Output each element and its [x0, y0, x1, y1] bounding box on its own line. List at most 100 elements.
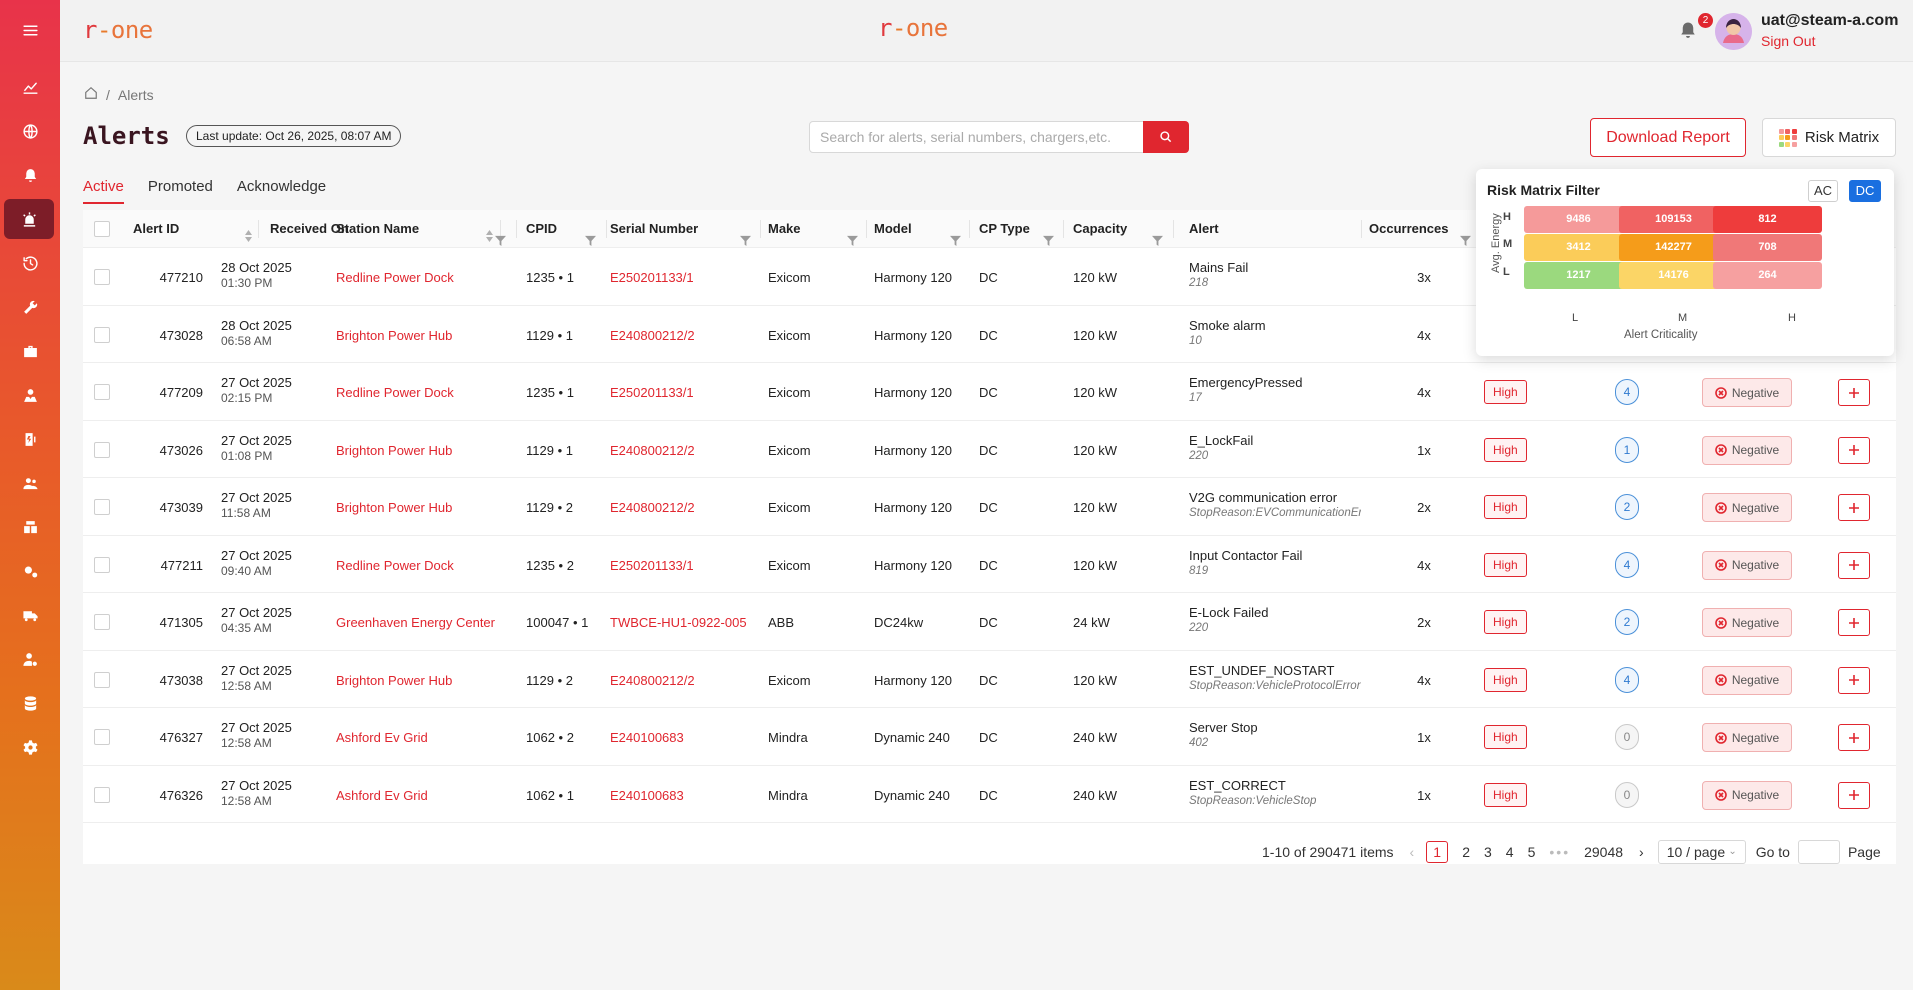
col-header-make[interactable]: Make	[768, 210, 867, 248]
home-icon[interactable]	[84, 86, 98, 103]
bell-icon[interactable]	[0, 155, 60, 195]
select-all-checkbox[interactable]	[94, 221, 110, 237]
filter-icon[interactable]	[847, 223, 858, 246]
brand-logo[interactable]: r-one	[83, 16, 153, 44]
row-checkbox[interactable]	[94, 786, 110, 803]
serial-number-link[interactable]: E240800212/2	[610, 500, 695, 515]
page-button-last[interactable]: 29048	[1584, 844, 1623, 860]
page-button-2[interactable]: 2	[1462, 844, 1470, 860]
risk-cell[interactable]: 708	[1713, 234, 1822, 261]
table-row[interactable]: 473039 27 Oct 2025 11:58 AM Brighton Power …	[83, 478, 1896, 536]
row-checkbox[interactable]	[94, 729, 110, 745]
col-header-occurrences[interactable]: Occurrences	[1369, 210, 1474, 248]
filter-icon[interactable]	[1043, 223, 1054, 246]
station-name-link[interactable]: Brighton Power Hub	[336, 328, 452, 343]
truck-icon[interactable]	[0, 595, 60, 635]
database-icon[interactable]	[0, 683, 60, 723]
col-header-serial-number[interactable]: Serial Number	[610, 210, 761, 248]
row-checkbox[interactable]	[94, 269, 110, 285]
table-row[interactable]: 471305 27 Oct 2025 04:35 AM Greenhaven Ener…	[83, 593, 1896, 651]
settings-cog-icon[interactable]	[0, 551, 60, 591]
filter-icon[interactable]	[585, 223, 596, 246]
station-name-link[interactable]: Brighton Power Hub	[336, 673, 452, 688]
serial-number-link[interactable]: E250201133/1	[610, 558, 694, 573]
col-header-cp-type[interactable]: CP Type	[979, 210, 1064, 248]
station-name-link[interactable]: Redline Power Dock	[336, 385, 454, 400]
analytics-icon[interactable]	[0, 67, 60, 107]
risk-cell[interactable]: 142277	[1619, 234, 1728, 261]
boxes-icon[interactable]	[0, 507, 60, 547]
risk-cell[interactable]: 3412	[1524, 234, 1633, 261]
count-badge[interactable]: 4	[1615, 551, 1639, 578]
page-size-select[interactable]: 10 / page ⌄	[1657, 840, 1746, 864]
page-button-5[interactable]: 5	[1528, 844, 1536, 860]
tab-acknowledge[interactable]: Acknowledge	[237, 178, 326, 204]
col-header-model[interactable]: Model	[874, 210, 970, 248]
count-badge[interactable]: 4	[1615, 379, 1639, 405]
station-name-link[interactable]: Ashford Ev Grid	[336, 788, 428, 803]
notification-bell-icon[interactable]	[1679, 20, 1697, 40]
count-badge[interactable]: 4	[1615, 666, 1639, 693]
page-ellipsis[interactable]: •••	[1549, 844, 1570, 860]
tab-promoted[interactable]: Promoted	[148, 178, 213, 204]
row-checkbox[interactable]	[94, 671, 110, 688]
serial-number-link[interactable]: E240100683	[610, 788, 684, 803]
row-checkbox[interactable]	[94, 326, 110, 343]
count-badge[interactable]: 2	[1615, 609, 1639, 635]
page-button-3[interactable]: 3	[1484, 844, 1492, 860]
station-name-link[interactable]: Greenhaven Energy Center	[336, 615, 495, 630]
wrench-icon[interactable]	[0, 287, 60, 327]
serial-number-link[interactable]: E240800212/2	[610, 328, 695, 343]
row-checkbox[interactable]	[94, 384, 110, 400]
charger-icon[interactable]	[0, 419, 60, 459]
tab-active[interactable]: Active	[83, 178, 124, 204]
page-button-4[interactable]: 4	[1506, 844, 1514, 860]
row-checkbox[interactable]	[94, 499, 110, 515]
serial-number-link[interactable]: E250201133/1	[610, 270, 694, 285]
add-action-button[interactable]	[1838, 609, 1870, 636]
toolbox-icon[interactable]	[0, 331, 60, 371]
count-badge[interactable]: 1	[1615, 436, 1639, 463]
station-name-link[interactable]: Ashford Ev Grid	[336, 730, 428, 745]
goto-page-input[interactable]	[1797, 840, 1840, 864]
history-icon[interactable]	[0, 243, 60, 283]
ac-toggle-button[interactable]: AC	[1808, 180, 1838, 202]
table-row[interactable]: 477211 27 Oct 2025 09:40 AM Redline Power D…	[83, 536, 1896, 593]
sign-out-link[interactable]: Sign Out	[1761, 33, 1815, 49]
table-row[interactable]: 476327 27 Oct 2025 12:58 AM Ashford Ev Grid…	[83, 708, 1896, 766]
col-header-cpid[interactable]: CPID	[526, 210, 607, 248]
add-action-button[interactable]	[1838, 781, 1870, 809]
add-action-button[interactable]	[1838, 494, 1870, 521]
serial-number-link[interactable]: E240100683	[610, 730, 684, 745]
serial-number-link[interactable]: E250201133/1	[610, 385, 694, 400]
add-action-button[interactable]	[1838, 379, 1870, 406]
risk-cell[interactable]: 9486	[1524, 206, 1633, 233]
station-name-link[interactable]: Redline Power Dock	[336, 558, 454, 573]
page-button-1[interactable]: 1	[1426, 841, 1449, 863]
count-badge[interactable]: 0	[1615, 781, 1639, 808]
gear-icon[interactable]	[0, 727, 60, 767]
col-header-alert-id[interactable]: Alert ID	[133, 210, 259, 248]
avatar[interactable]	[1715, 13, 1752, 50]
table-row[interactable]: 473038 27 Oct 2025 12:58 AM Brighton Power …	[83, 651, 1896, 708]
alarm-icon[interactable]	[4, 199, 54, 239]
serial-number-link[interactable]: TWBCE-HU1-0922-005	[610, 615, 747, 630]
count-badge[interactable]: 2	[1615, 494, 1639, 520]
col-header-alert[interactable]: Alert	[1189, 210, 1362, 248]
count-badge[interactable]: 0	[1615, 724, 1639, 750]
globe-icon[interactable]	[0, 111, 60, 151]
table-row[interactable]: 473026 27 Oct 2025 01:08 PM Brighton Power …	[83, 421, 1896, 478]
menu-icon[interactable]	[0, 10, 60, 50]
risk-cell[interactable]: 109153	[1619, 206, 1728, 233]
risk-cell[interactable]: 264	[1713, 262, 1822, 289]
risk-cell[interactable]: 1217	[1524, 262, 1633, 289]
risk-cell[interactable]: 812	[1713, 206, 1822, 233]
add-action-button[interactable]	[1838, 436, 1870, 464]
col-header-station-name[interactable]: Station Name	[336, 210, 517, 248]
table-row[interactable]: 477209 27 Oct 2025 02:15 PM Redline Power D…	[83, 363, 1896, 421]
filter-icon[interactable]	[495, 223, 506, 246]
row-checkbox[interactable]	[94, 441, 110, 458]
station-name-link[interactable]: Redline Power Dock	[336, 270, 454, 285]
download-report-button[interactable]: Download Report	[1590, 118, 1746, 157]
col-header-capacity[interactable]: Capacity	[1073, 210, 1174, 248]
